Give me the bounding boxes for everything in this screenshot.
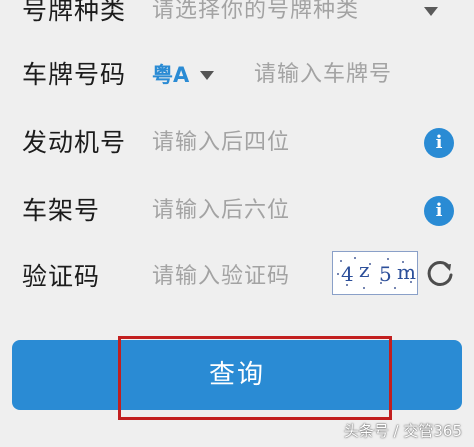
plate-number-input[interactable]: 请输入车牌号 [254, 42, 392, 108]
query-button[interactable]: 查询 [12, 340, 462, 410]
captcha-char: 4 [341, 262, 354, 286]
captcha-char: m [397, 260, 416, 284]
info-icon[interactable]: i [424, 196, 454, 226]
plate-number-row: 车牌号码 粤A 请输入车牌号 [0, 42, 474, 108]
frame-number-row: 车架号 请输入后六位 i [0, 178, 474, 244]
plate-type-select[interactable]: 请选择你的号牌种类 [152, 0, 359, 44]
watermark: 头条号 / 交管365 [343, 422, 462, 440]
captcha-char: 5 [379, 262, 392, 286]
captcha-image[interactable]: 4 z 5 m [332, 251, 418, 295]
info-icon[interactable]: i [424, 128, 454, 158]
captcha-char: z [359, 258, 370, 282]
frame-number-label: 车架号 [22, 196, 101, 225]
chevron-down-icon[interactable] [200, 71, 214, 80]
plate-type-label: 号牌种类 [22, 0, 127, 25]
engine-number-label: 发动机号 [22, 128, 127, 157]
engine-number-input[interactable]: 请输入后四位 [152, 110, 290, 176]
plate-prefix-select[interactable]: 粤A [152, 42, 189, 108]
refresh-icon[interactable] [425, 258, 455, 288]
plate-type-row[interactable]: 号牌种类 请选择你的号牌种类 [0, 0, 474, 44]
captcha-label: 验证码 [22, 262, 101, 291]
chevron-down-icon[interactable] [424, 7, 438, 16]
frame-number-input[interactable]: 请输入后六位 [152, 178, 290, 244]
plate-number-label: 车牌号码 [22, 60, 127, 89]
engine-number-row: 发动机号 请输入后四位 i [0, 110, 474, 176]
captcha-input[interactable]: 请输入验证码 [152, 244, 290, 310]
